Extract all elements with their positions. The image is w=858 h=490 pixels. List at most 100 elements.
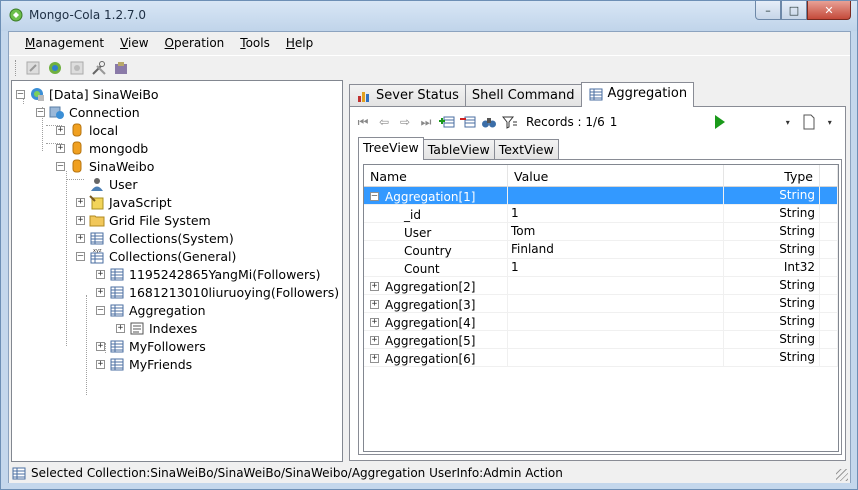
expand-icon[interactable]: +: [96, 359, 105, 369]
column-header-name[interactable]: Name: [364, 165, 508, 187]
expand-icon[interactable]: +: [76, 215, 85, 225]
server-tree[interactable]: – [Data] SinaWeiBo – Connection + local …: [11, 80, 343, 462]
status-bar: Selected Collection:SinaWeiBo/SinaWeiBo/…: [9, 463, 850, 483]
tree-node-aggregation[interactable]: – Aggregation: [96, 301, 206, 319]
collapse-icon[interactable]: –: [370, 192, 379, 201]
toolbar-overflow-icon[interactable]: ▾: [779, 113, 797, 131]
tree-node-mongodb[interactable]: + mongodb: [56, 139, 148, 157]
collapse-icon[interactable]: –: [36, 107, 45, 117]
run-icon[interactable]: [714, 115, 725, 129]
tab-aggregation[interactable]: Aggregation: [580, 82, 695, 107]
tree-node-local[interactable]: + local: [56, 121, 118, 139]
table-row[interactable]: – Aggregation[1] String: [364, 187, 838, 205]
type-cell: String: [724, 331, 820, 349]
tab-treeview[interactable]: TreeView: [358, 137, 424, 160]
filter-icon[interactable]: [501, 113, 519, 131]
tree-node-myfollowers[interactable]: + MyFollowers: [96, 337, 206, 355]
menu-tools[interactable]: Tools: [232, 32, 278, 54]
menu-help[interactable]: Help: [278, 32, 321, 54]
expand-icon[interactable]: +: [96, 341, 105, 351]
title-bar[interactable]: Mongo-Cola 1.2.7.0 – □ ✕: [1, 1, 857, 31]
menu-operation[interactable]: Operation: [157, 32, 233, 54]
expand-icon[interactable]: +: [76, 197, 85, 207]
expand-icon[interactable]: +: [56, 125, 65, 135]
document-tree-grid[interactable]: Name Value Type –Aggregation[1] String: [363, 164, 839, 452]
tree-node-connection[interactable]: – Connection: [36, 103, 140, 121]
tab-shell-command[interactable]: Shell Command: [464, 84, 582, 106]
extra-cell: [820, 331, 838, 349]
menu-operation-label: peration: [174, 36, 225, 50]
tree-line: [86, 295, 87, 395]
delete-document-icon[interactable]: [459, 113, 477, 131]
tree-node-collection-1[interactable]: + 1195242865YangMi(Followers): [96, 265, 321, 283]
javascript-icon: [89, 195, 104, 210]
column-header-type[interactable]: Type: [724, 165, 820, 187]
resize-grip[interactable]: [836, 469, 848, 481]
expand-icon[interactable]: +: [370, 300, 379, 309]
tree-node-sinaweibo[interactable]: – SinaWeibo: [56, 157, 154, 175]
tree-node-indexes[interactable]: + Indexes: [116, 319, 197, 337]
expand-icon[interactable]: +: [370, 318, 379, 327]
new-document-icon[interactable]: [800, 113, 818, 131]
record-number-input[interactable]: [607, 113, 704, 131]
first-record-icon[interactable]: ⏮: [354, 113, 372, 131]
tab-tableview[interactable]: TableView: [422, 139, 495, 159]
expand-icon[interactable]: +: [56, 143, 65, 153]
table-row[interactable]: _id 1 String: [364, 205, 838, 223]
binoculars-icon[interactable]: [480, 113, 498, 131]
tree-node-collection-2[interactable]: + 1681213010liuruoying(Followers): [96, 283, 339, 301]
index-icon: [130, 322, 144, 335]
tree-node-javascript[interactable]: + JavaScript: [76, 193, 172, 211]
type-cell: String: [724, 349, 820, 367]
add-document-icon[interactable]: [438, 113, 456, 131]
tree-node-collections-general[interactable]: – xyz Collections(General): [76, 247, 236, 265]
tools-icon[interactable]: [90, 59, 108, 77]
plugin-icon[interactable]: [112, 59, 130, 77]
table-row[interactable]: + Aggregation[4] String: [364, 313, 838, 331]
menu-view[interactable]: View: [112, 32, 156, 54]
menu-management[interactable]: Management: [17, 32, 112, 54]
minimize-button[interactable]: –: [755, 1, 781, 20]
tree-node-myfriends[interactable]: + MyFriends: [96, 355, 192, 373]
collapse-icon[interactable]: –: [96, 305, 105, 315]
table-row[interactable]: + Aggregation[3] String: [364, 295, 838, 313]
toolbar-overflow-icon[interactable]: ▾: [821, 113, 839, 131]
tree-label: Grid File System: [109, 212, 211, 228]
disconnect-icon[interactable]: [24, 59, 42, 77]
tree-node-root[interactable]: – [Data] SinaWeiBo: [16, 85, 159, 103]
menu-tools-label: ools: [245, 36, 270, 50]
tab-textview[interactable]: TextView: [493, 139, 559, 159]
collapse-icon[interactable]: –: [76, 251, 85, 261]
options-icon[interactable]: [68, 59, 86, 77]
table-row[interactable]: + Aggregation[5] String: [364, 331, 838, 349]
refresh-icon[interactable]: [46, 59, 64, 77]
column-header-value[interactable]: Value: [508, 165, 724, 187]
value-cell: 1: [508, 205, 724, 223]
expand-icon[interactable]: +: [76, 233, 85, 243]
expand-icon[interactable]: +: [96, 269, 105, 279]
previous-record-icon[interactable]: ⇦: [375, 113, 393, 131]
collapse-icon[interactable]: –: [56, 161, 65, 171]
last-record-icon[interactable]: ⏭: [417, 113, 435, 131]
expand-icon[interactable]: +: [116, 323, 125, 333]
tree-node-user[interactable]: User: [89, 175, 138, 193]
tree-label: Collections(System): [109, 230, 234, 246]
expand-icon[interactable]: +: [96, 287, 105, 297]
name-cell: + Aggregation[5]: [364, 331, 508, 349]
close-button[interactable]: ✕: [807, 1, 851, 20]
expand-icon[interactable]: +: [370, 282, 379, 291]
table-row[interactable]: User Tom String: [364, 223, 838, 241]
tree-node-gridfs[interactable]: + Grid File System: [76, 211, 211, 229]
table-row[interactable]: Country Finland String: [364, 241, 838, 259]
table-row[interactable]: Count 1 Int32: [364, 259, 838, 277]
maximize-button[interactable]: □: [781, 1, 807, 20]
table-row[interactable]: + Aggregation[2] String: [364, 277, 838, 295]
table-row[interactable]: + Aggregation[6] String: [364, 349, 838, 367]
tree-node-collections-system[interactable]: + Collections(System): [76, 229, 234, 247]
expand-icon[interactable]: +: [370, 336, 379, 345]
next-record-icon[interactable]: ⇨: [396, 113, 414, 131]
collapse-icon[interactable]: –: [16, 89, 25, 99]
toolbar-grip[interactable]: [15, 59, 18, 76]
expand-icon[interactable]: +: [370, 354, 379, 363]
tab-server-status[interactable]: Sever Status: [349, 84, 466, 106]
